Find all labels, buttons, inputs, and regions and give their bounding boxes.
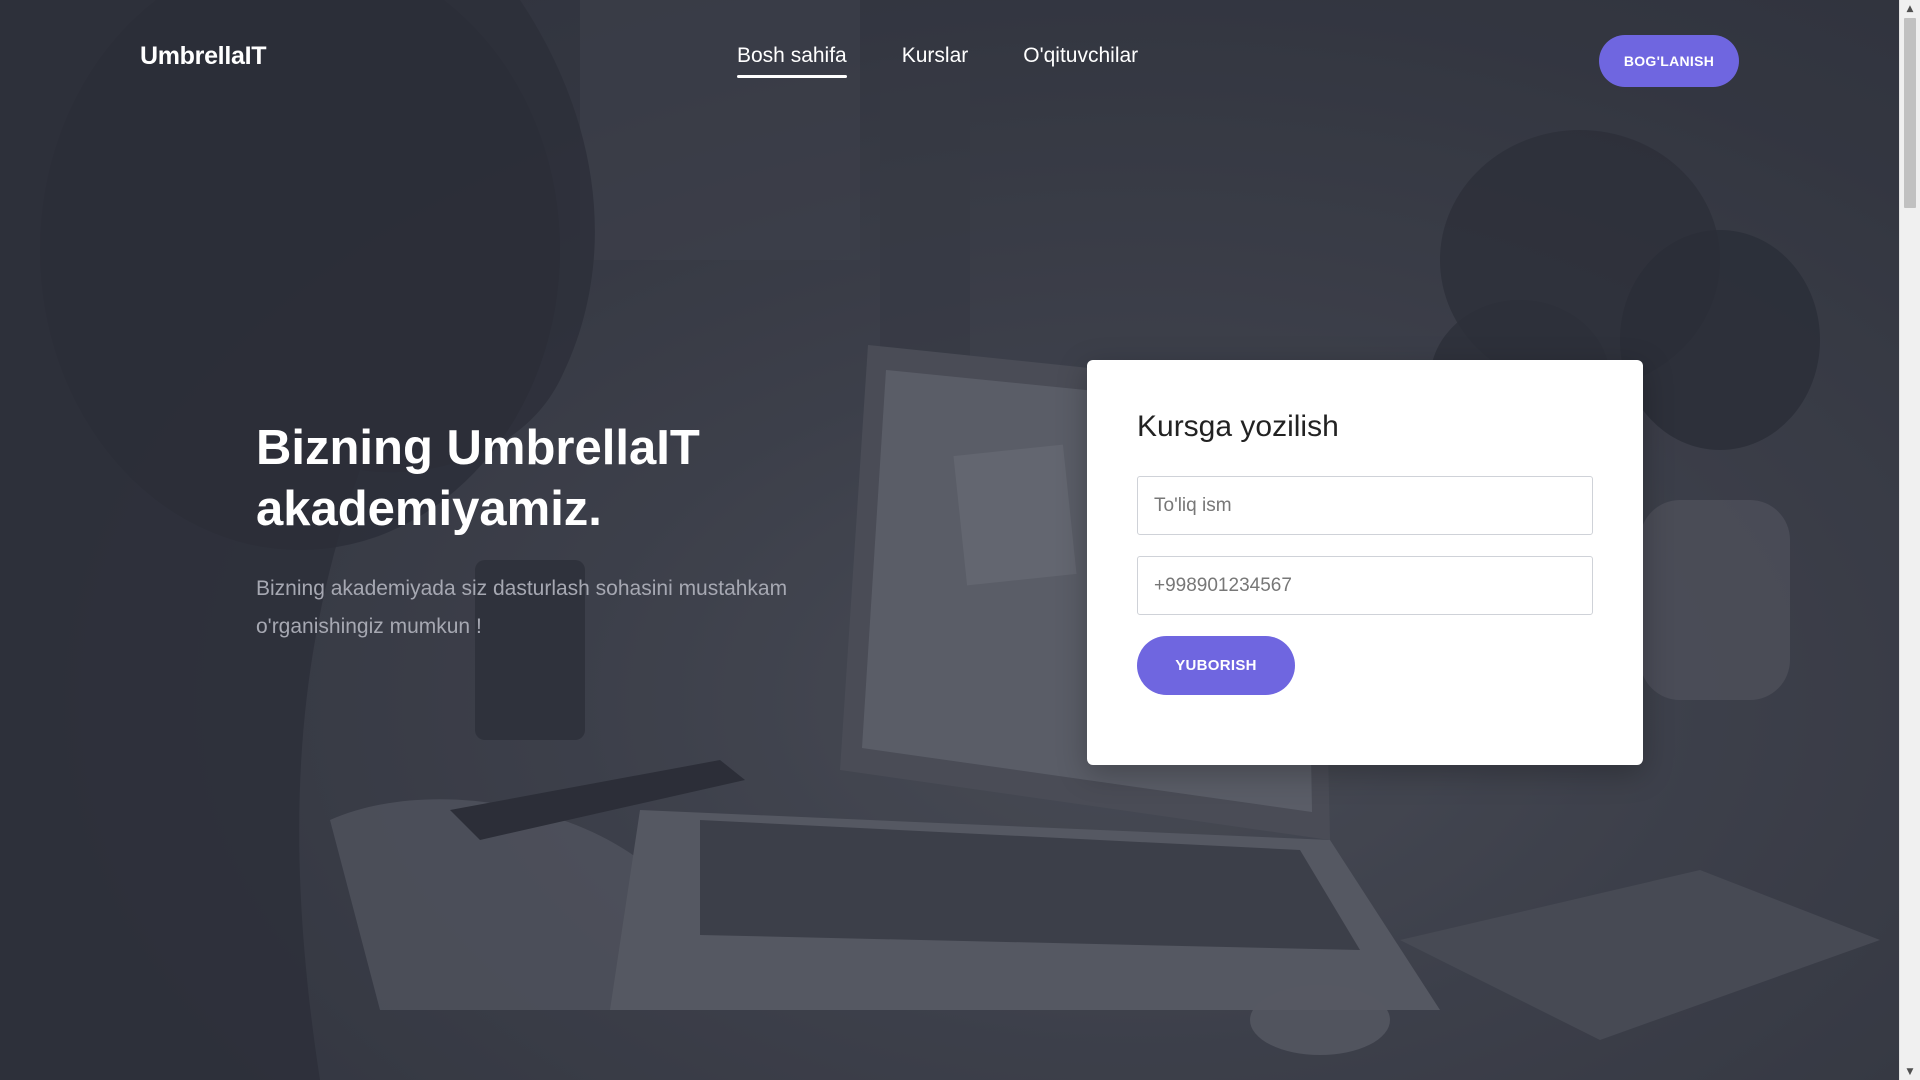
hero-title-line1: Bizning UmbrellaIT: [256, 421, 700, 475]
main-nav: Bosh sahifa Kurslar O'qituvchilar: [737, 44, 1138, 78]
nav-item-oqituvchilar[interactable]: O'qituvchilar: [1023, 44, 1138, 78]
scroll-up-icon[interactable]: ▲: [1900, 0, 1920, 17]
logo[interactable]: UmbrellaIT: [140, 42, 267, 71]
hero-subtitle-line2: o'rganishingiz mumkun !: [256, 615, 482, 638]
hero-subtitle-line1: Bizning akademiyada siz dasturlash sohas…: [256, 577, 788, 600]
nav-item-bosh-sahifa[interactable]: Bosh sahifa: [737, 44, 847, 78]
hero-section: UmbrellaIT Bosh sahifa Kurslar O'qituvch…: [0, 0, 1899, 1080]
nav-item-kurslar[interactable]: Kurslar: [902, 44, 969, 78]
enroll-form-card: Kursga yozilish YUBORISH: [1087, 360, 1643, 765]
phone-input[interactable]: [1137, 556, 1593, 615]
form-title: Kursga yozilish: [1137, 410, 1339, 443]
hero-subtitle: Bizning akademiyada siz dasturlash sohas…: [256, 570, 856, 646]
page-scrollbar[interactable]: ▲ ▼: [1899, 0, 1920, 1080]
full-name-input[interactable]: [1137, 476, 1593, 535]
scroll-down-icon[interactable]: ▼: [1900, 1063, 1920, 1080]
scroll-thumb[interactable]: [1904, 18, 1916, 208]
submit-button[interactable]: YUBORISH: [1137, 636, 1295, 695]
contact-button[interactable]: BOG'LANISH: [1599, 35, 1739, 87]
hero-title: Bizning UmbrellaIT akademiyamiz.: [256, 418, 856, 540]
hero-title-line2: akademiyamiz.: [256, 482, 602, 536]
